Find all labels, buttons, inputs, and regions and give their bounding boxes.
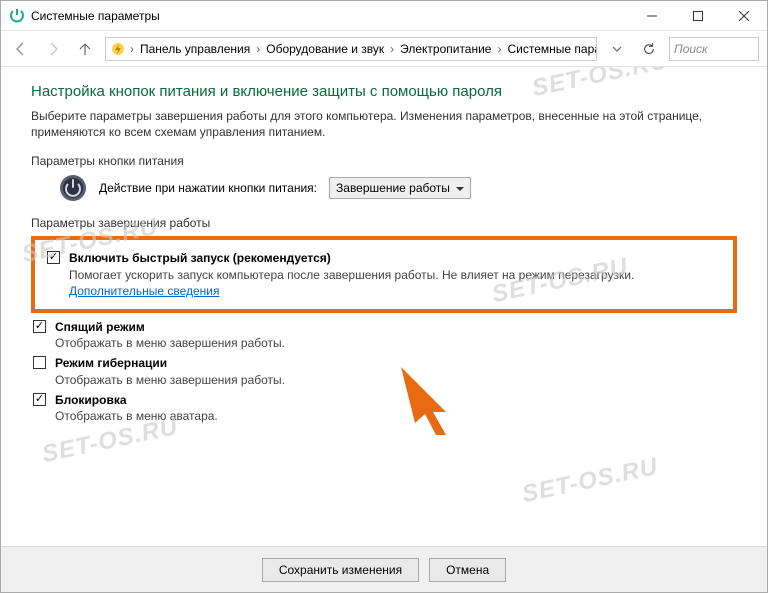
hibernate-title: Режим гибернации [55,356,167,370]
close-button[interactable] [721,1,767,31]
sleep-checkbox[interactable] [33,320,46,333]
breadcrumb-item[interactable]: Оборудование и звук [264,42,386,56]
breadcrumb-item[interactable]: Панель управления [138,42,252,56]
power-button-action-label: Действие при нажатии кнопки питания: [99,181,317,195]
more-info-link[interactable]: Дополнительные сведения [69,284,219,298]
fast-startup-desc: Помогает ускорить запуск компьютера посл… [69,268,634,282]
minimize-button[interactable] [629,1,675,31]
lock-checkbox[interactable] [33,393,46,406]
section-shutdown-label: Параметры завершения работы [31,216,737,230]
breadcrumb-item[interactable]: Электропитание [398,42,493,56]
chevron-right-icon: › [130,42,134,56]
nav-forward-button[interactable] [41,37,65,61]
sleep-title: Спящий режим [55,320,145,334]
intro-text: Выберите параметры завершения работы для… [31,108,737,140]
option-sleep: Спящий режим Отображать в меню завершени… [31,319,737,351]
power-options-icon [110,41,126,57]
power-icon [59,174,87,202]
nav-back-button[interactable] [9,37,33,61]
dropdown-history-button[interactable] [605,37,629,61]
watermark: SET-OS.RU [520,453,661,509]
lock-desc: Отображать в меню аватара. [55,409,218,423]
search-input[interactable]: Поиск [669,37,759,61]
option-hibernate: Режим гибернации Отображать в меню завер… [31,355,737,387]
cancel-button[interactable]: Отмена [429,558,506,582]
hibernate-checkbox[interactable] [33,356,46,369]
power-button-action-row: Действие при нажатии кнопки питания: Зав… [59,174,737,202]
breadcrumb-item[interactable]: Системные параметры [505,42,597,56]
app-icon [9,8,25,24]
lock-title: Блокировка [55,393,127,407]
chevron-right-icon: › [497,42,501,56]
power-button-action-select[interactable]: Завершение работы [329,177,471,199]
chevron-right-icon: › [390,42,394,56]
chevron-right-icon: › [256,42,260,56]
highlighted-option: Включить быстрый запуск (рекомендуется) … [31,236,737,313]
nav-up-button[interactable] [73,37,97,61]
window-frame: Системные параметры › Панель управления … [0,0,768,593]
page-heading: Настройка кнопок питания и включение защ… [31,83,737,100]
sleep-desc: Отображать в меню завершения работы. [55,336,285,350]
content-area: Настройка кнопок питания и включение защ… [1,67,767,546]
navbar: › Панель управления › Оборудование и зву… [1,31,767,67]
titlebar: Системные параметры [1,1,767,31]
option-lock: Блокировка Отображать в меню аватара. [31,392,737,424]
fast-startup-checkbox[interactable] [47,251,60,264]
footer: Сохранить изменения Отмена [1,546,767,592]
option-fast-startup: Включить быстрый запуск (рекомендуется) … [45,250,723,299]
save-button[interactable]: Сохранить изменения [262,558,419,582]
hibernate-desc: Отображать в меню завершения работы. [55,373,285,387]
breadcrumb[interactable]: › Панель управления › Оборудование и зву… [105,37,597,61]
section-power-button-label: Параметры кнопки питания [31,154,737,168]
refresh-button[interactable] [637,37,661,61]
maximize-button[interactable] [675,1,721,31]
fast-startup-title: Включить быстрый запуск (рекомендуется) [69,251,331,265]
window-title: Системные параметры [31,9,160,23]
